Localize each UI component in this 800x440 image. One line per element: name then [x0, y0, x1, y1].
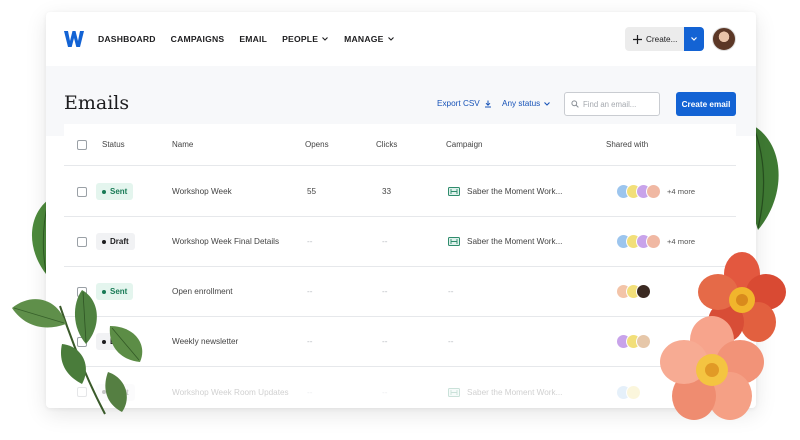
- table-header-row: Status Name Opens Clicks Campaign Shared…: [64, 124, 736, 166]
- status-dot: [102, 239, 106, 244]
- table-row[interactable]: Draft Weekly newsletter -- -- --: [64, 317, 736, 367]
- nav-manage[interactable]: MANAGE: [344, 34, 394, 44]
- status-badge-draft: Draft: [96, 333, 135, 350]
- opens-value: --: [307, 387, 313, 397]
- email-name[interactable]: Weekly newsletter: [172, 317, 238, 366]
- status-dot: [102, 189, 106, 194]
- search-icon: [571, 100, 579, 108]
- row-checkbox[interactable]: [77, 336, 87, 347]
- column-header-opens[interactable]: Opens: [305, 124, 329, 165]
- column-header-name[interactable]: Name: [172, 124, 193, 165]
- shared-with[interactable]: +4 more: [616, 217, 695, 266]
- email-name[interactable]: Open enrollment: [172, 267, 233, 316]
- nav-dashboard[interactable]: DASHBOARD: [98, 34, 156, 44]
- column-header-shared-with[interactable]: Shared with: [606, 124, 648, 165]
- opens-value: --: [307, 337, 313, 346]
- email-name[interactable]: Workshop Week Final Details: [172, 217, 279, 266]
- status-dot: [102, 339, 106, 344]
- shared-avatars: [616, 284, 651, 299]
- status-dot: [102, 289, 106, 294]
- shared-with[interactable]: [616, 367, 641, 408]
- table-row[interactable]: Draft Workshop Week Final Details -- -- …: [64, 217, 736, 267]
- create-menu: Create...: [625, 27, 704, 51]
- status-badge-sent: Sent: [96, 183, 134, 200]
- status-filter-dropdown[interactable]: Any status: [502, 99, 551, 108]
- shared-more-count[interactable]: +4 more: [667, 237, 695, 246]
- emails-table: Status Name Opens Clicks Campaign Shared…: [64, 124, 736, 408]
- email-name[interactable]: Workshop Week Room Updates: [172, 367, 289, 408]
- create-email-button[interactable]: Create email: [676, 92, 736, 116]
- campaign-icon: [448, 387, 460, 397]
- shared-avatars: [616, 184, 661, 199]
- chevron-down-icon: [387, 37, 394, 41]
- campaign-value: --: [448, 287, 454, 296]
- select-all-checkbox[interactable]: [77, 139, 87, 150]
- email-name[interactable]: Workshop Week: [172, 167, 232, 216]
- shared-avatars: [616, 334, 651, 349]
- opens-value: --: [307, 237, 313, 246]
- opens-value: --: [307, 287, 313, 296]
- campaign-value: --: [448, 337, 454, 346]
- campaign-icon: [448, 237, 460, 246]
- column-header-clicks[interactable]: Clicks: [376, 124, 397, 165]
- opens-value: 55: [307, 187, 317, 196]
- shared-with[interactable]: [616, 317, 651, 366]
- status-badge-draft: Draft: [96, 383, 135, 401]
- chevron-down-icon: [322, 37, 329, 41]
- status-badge-draft: Draft: [96, 233, 135, 250]
- row-checkbox[interactable]: [77, 236, 87, 247]
- row-checkbox[interactable]: [77, 286, 87, 297]
- avatar: [646, 184, 661, 199]
- export-csv-link[interactable]: Export CSV: [437, 99, 492, 108]
- chevron-down-icon: [544, 101, 551, 106]
- clicks-value: --: [382, 237, 388, 246]
- status-badge-sent: Sent: [96, 283, 134, 300]
- top-navigation-bar: DASHBOARD CAMPAIGNS EMAIL PEOPLE MANAGE …: [46, 12, 756, 66]
- nav-people[interactable]: PEOPLE: [282, 34, 329, 44]
- page-title: Emails: [64, 92, 130, 114]
- create-dropdown-button[interactable]: [684, 27, 704, 51]
- clicks-value: 33: [382, 187, 392, 196]
- download-icon: [484, 100, 491, 107]
- sparkle-icon: [633, 34, 642, 44]
- shared-avatars: [616, 384, 641, 400]
- column-header-campaign[interactable]: Campaign: [446, 124, 482, 165]
- table-row[interactable]: Sent Workshop Week 55 33 Saber the Momen…: [64, 167, 736, 217]
- shared-more-count[interactable]: +4 more: [667, 187, 695, 196]
- app-window: DASHBOARD CAMPAIGNS EMAIL PEOPLE MANAGE …: [46, 12, 756, 408]
- avatar: [626, 384, 641, 400]
- nav-campaigns[interactable]: CAMPAIGNS: [171, 34, 225, 44]
- brand-logo-icon[interactable]: [64, 31, 84, 47]
- campaign-icon: [448, 187, 460, 196]
- clicks-value: --: [382, 287, 388, 296]
- avatar: [646, 234, 661, 249]
- main-nav: DASHBOARD CAMPAIGNS EMAIL PEOPLE MANAGE: [98, 34, 410, 44]
- table-row[interactable]: Draft Workshop Week Room Updates -- -- S…: [64, 367, 736, 408]
- avatar: [636, 284, 651, 299]
- search-input[interactable]: [583, 99, 657, 109]
- shared-with[interactable]: +4 more: [616, 167, 695, 216]
- clicks-value: --: [382, 337, 388, 346]
- status-dot: [102, 390, 106, 394]
- table-row[interactable]: Sent Open enrollment -- -- --: [64, 267, 736, 317]
- clicks-value: --: [382, 387, 388, 397]
- search-box: [564, 92, 660, 116]
- avatar: [636, 334, 651, 349]
- campaign-link[interactable]: Saber the Moment Work...: [448, 217, 562, 266]
- shared-with[interactable]: [616, 267, 651, 316]
- row-checkbox[interactable]: [77, 387, 87, 397]
- chevron-down-icon: [691, 37, 697, 41]
- campaign-link[interactable]: Saber the Moment Work...: [448, 167, 562, 216]
- row-checkbox[interactable]: [77, 186, 87, 197]
- nav-email[interactable]: EMAIL: [239, 34, 267, 44]
- column-header-status[interactable]: Status: [102, 124, 125, 165]
- campaign-link[interactable]: Saber the Moment Work...: [448, 367, 562, 408]
- user-avatar[interactable]: [712, 27, 736, 51]
- create-button[interactable]: Create...: [625, 27, 684, 51]
- shared-avatars: [616, 234, 661, 249]
